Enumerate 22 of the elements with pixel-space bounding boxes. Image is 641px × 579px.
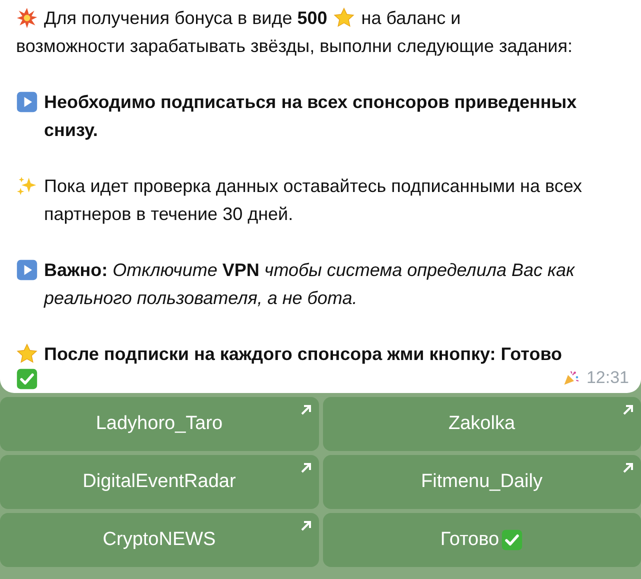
inline-keyboard-button[interactable]: DigitalEventRadar — [0, 455, 318, 509]
inline-keyboard-button[interactable]: CryptoNEWS — [0, 513, 318, 567]
message-text: Необходимо подписаться на всех спонсоров приведенных снизу. — [44, 91, 578, 142]
inline-keyboard-button[interactable]: Готово — [322, 513, 641, 567]
sparkle-icon — [16, 175, 38, 197]
play-icon — [16, 91, 38, 113]
inline-keyboard-button[interactable]: Ladyhoro_Taro — [0, 397, 318, 451]
message-text: на баланс и — [361, 7, 461, 30]
inline-keyboard-button[interactable]: Zakolka — [322, 397, 641, 451]
message-text: После подписки на каждого спонсора жми кнопку: Готово — [44, 343, 562, 366]
message-text: Важно: Отключите VPN чтобы система определила Вас как реального пользователя, а не бота. — [44, 259, 576, 310]
message-time: 12:31 — [586, 367, 629, 389]
star-icon — [16, 343, 38, 365]
play-icon — [16, 259, 38, 281]
burst-icon — [16, 7, 38, 29]
inline-keyboard-button[interactable]: Fitmenu_Daily — [322, 455, 641, 509]
check-icon — [16, 368, 38, 390]
message-text: возможности зарабатывать звёзды, выполни следующие задания: — [16, 35, 572, 58]
star-icon — [333, 7, 356, 29]
message-text: Для получения бонуса в виде 500 — [44, 7, 328, 30]
party-popper-icon — [562, 369, 580, 387]
message-text: Пока идет проверка данных оставайтесь подписанными на всех партнеров в течение 30 дней. — [44, 175, 583, 226]
